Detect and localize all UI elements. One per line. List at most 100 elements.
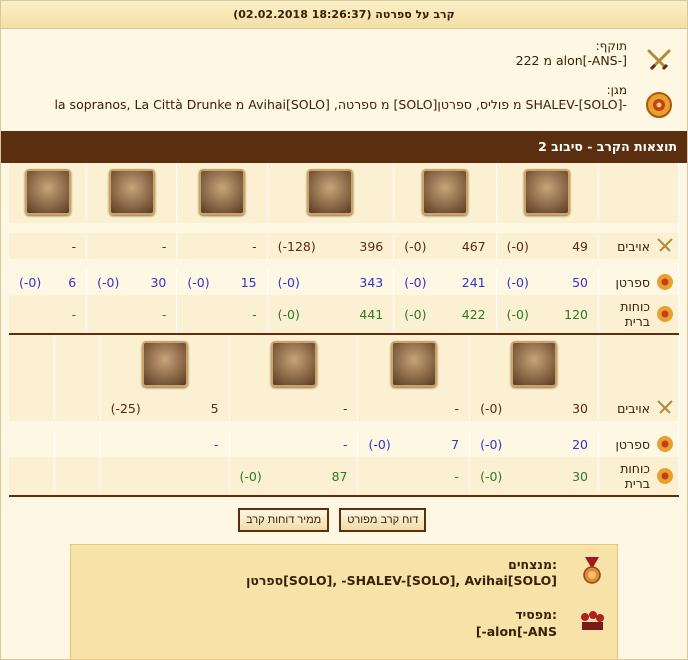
shield-circle-icon — [657, 468, 673, 484]
unit-portrait-icon[interactable] — [524, 168, 571, 215]
shield-circle-icon — [646, 92, 672, 118]
sparta-label: ספרטן — [615, 436, 651, 452]
loser-value[interactable]: [-alon[-ANS — [476, 624, 557, 639]
sparta-label: ספרטן — [615, 274, 651, 290]
unit-count-value: 5 — [210, 400, 219, 416]
unit-count-value: - — [342, 436, 348, 452]
unit-count-value: (0-) — [404, 274, 427, 290]
unit-portrait-icon[interactable] — [24, 168, 71, 215]
unit-count-value: 422 — [461, 306, 486, 322]
unit-count-value: (25-) — [110, 400, 141, 416]
unit-row-1 — [9, 163, 679, 223]
unit-count-value: 467 — [461, 238, 486, 254]
unit-count-value: 396 — [359, 238, 384, 254]
unit-portrait-icon[interactable] — [141, 340, 188, 387]
unit-count-value: 7 — [451, 436, 460, 452]
crossed-swords-icon — [647, 49, 671, 71]
unit-portrait-icon[interactable] — [198, 168, 245, 215]
unit-count-value: - — [454, 468, 460, 484]
sparta-row-1: ספרטן 50 (0-) 241 (0-) 343 (0-) 15 (0-) 30 (0… — [9, 269, 679, 295]
unit-count-value: 15 — [240, 274, 257, 290]
unit-portrait-icon[interactable] — [421, 168, 468, 215]
unit-portrait-icon[interactable] — [108, 168, 155, 215]
unit-count-value: 30 — [572, 400, 588, 416]
allied-row-2: כוחות ברית 30 (0-) - 87 (0-) — [9, 457, 679, 495]
winners-label: מנצחים: — [508, 557, 557, 572]
unit-count-value: 441 — [359, 306, 384, 322]
unit-count-value: 50 — [572, 274, 588, 290]
unit-count-value: - — [161, 306, 167, 322]
unit-count-value: 6 — [68, 274, 77, 290]
loser-label: מפסיד: — [515, 607, 557, 622]
unit-count-value: - — [71, 238, 77, 254]
allied-label: כוחות ברית — [620, 461, 650, 491]
unit-portrait-icon[interactable] — [307, 168, 354, 215]
unit-row-2 — [9, 335, 679, 395]
unit-count-value: - — [252, 306, 257, 322]
attacker-value[interactable]: [-alon[-ANS מ 222 — [1, 53, 627, 68]
unit-count-value: (0-) — [404, 238, 427, 254]
shield-circle-icon — [657, 274, 673, 290]
unit-count-value: (0-) — [368, 436, 391, 452]
unit-count-value: (128-) — [277, 238, 316, 254]
defender-label: מגן: — [606, 83, 627, 97]
attacker-block: תוקף: [-alon[-ANS מ 222 — [1, 39, 687, 81]
unit-count-value: 87 — [331, 468, 348, 484]
crossed-swords-icon — [657, 400, 673, 414]
attacker-label: תוקף: — [595, 39, 627, 53]
detailed-report-button[interactable]: דוח קרב מפורט — [339, 508, 427, 532]
unit-count-value: 49 — [572, 238, 588, 254]
unit-count-value: (0-) — [480, 468, 503, 484]
unit-count-value: - — [161, 238, 167, 254]
unit-count-value: 30 — [572, 468, 588, 484]
shield-circle-icon — [657, 306, 673, 322]
unit-count-value: (0-) — [506, 238, 529, 254]
unit-portrait-icon[interactable] — [390, 340, 437, 387]
enemies-label: אויבים — [617, 238, 650, 254]
enemies-label: אויבים — [617, 400, 650, 416]
result-band: תוצאות הקרב - סיבוב 2 — [1, 131, 687, 163]
units-table-1: אויבים 49 (0-) 467 (0-) 396 (128-) - - - ספ… — [9, 163, 679, 333]
unit-count-value: (0-) — [480, 400, 503, 416]
unit-count-value: 20 — [572, 436, 588, 452]
enemies-row-1: אויבים 49 (0-) 467 (0-) 396 (128-) - - - — [9, 233, 679, 259]
allied-row-1: כוחות ברית 120 (0-) 422 (0-) 441 (0-) - - - — [9, 295, 679, 333]
unit-count-value: (0-) — [404, 306, 427, 322]
unit-count-value: (0-) — [97, 274, 120, 290]
unit-count-value: (0-) — [277, 306, 300, 322]
crossed-swords-icon — [657, 238, 673, 252]
unit-count-value: (0-) — [506, 306, 529, 322]
unit-count-value: (0-) — [239, 468, 262, 484]
unit-count-value: - — [214, 436, 219, 452]
unit-count-value: - — [454, 400, 460, 416]
allied-label: כוחות ברית — [620, 299, 650, 329]
unit-count-value: 343 — [359, 274, 384, 290]
unit-count-value: - — [252, 238, 257, 254]
sparta-row-2: ספרטן 20 (0-) 7 (0-) - - — [9, 431, 679, 457]
report-title: קרב על ספרטה (18:26:37 02.02.2018) — [1, 1, 687, 29]
unit-count-value: 120 — [564, 306, 588, 322]
medal-icon — [583, 557, 601, 584]
unit-count-value: (0-) — [187, 274, 210, 290]
unit-count-value: 30 — [150, 274, 167, 290]
battle-summary: מנצחים: ספרטן[SOLO], -SHALEV-[SOLO], Avi… — [70, 544, 618, 660]
enemies-row-2: אויבים 30 (0-) - - 5 (25-) — [9, 395, 679, 421]
unit-count-value: - — [71, 306, 77, 322]
winners-value[interactable]: ספרטן[SOLO], -SHALEV-[SOLO], Avihai[SOLO… — [246, 573, 557, 588]
unit-count-value: (0-) — [506, 274, 529, 290]
unit-count-value: 241 — [461, 274, 486, 290]
unit-count-value: - — [342, 400, 348, 416]
unit-count-value: (0-) — [480, 436, 503, 452]
shield-circle-icon — [657, 436, 673, 452]
unit-portrait-icon[interactable] — [511, 340, 558, 387]
unit-count-value: (0-) — [277, 274, 300, 290]
report-buttons: ממיר דוחות קרב דוח קרב מפורט — [238, 508, 448, 532]
defender-block: מגן: -SHALEV-[SOLO] מ פוליס, ספרטן[SOLO]… — [1, 83, 687, 125]
units-table-2: אויבים 30 (0-) - - 5 (25-) ספרטן 20 (0-) 7 (… — [9, 335, 679, 495]
section-divider — [9, 495, 679, 497]
warriors-icon — [581, 611, 604, 630]
defender-value[interactable]: -SHALEV-[SOLO] מ פוליס, ספרטן[SOLO] מ ספ… — [1, 97, 627, 112]
unit-count-value: (0-) — [19, 274, 42, 290]
unit-portrait-icon[interactable] — [270, 340, 317, 387]
convert-reports-button[interactable]: ממיר דוחות קרב — [238, 508, 330, 532]
